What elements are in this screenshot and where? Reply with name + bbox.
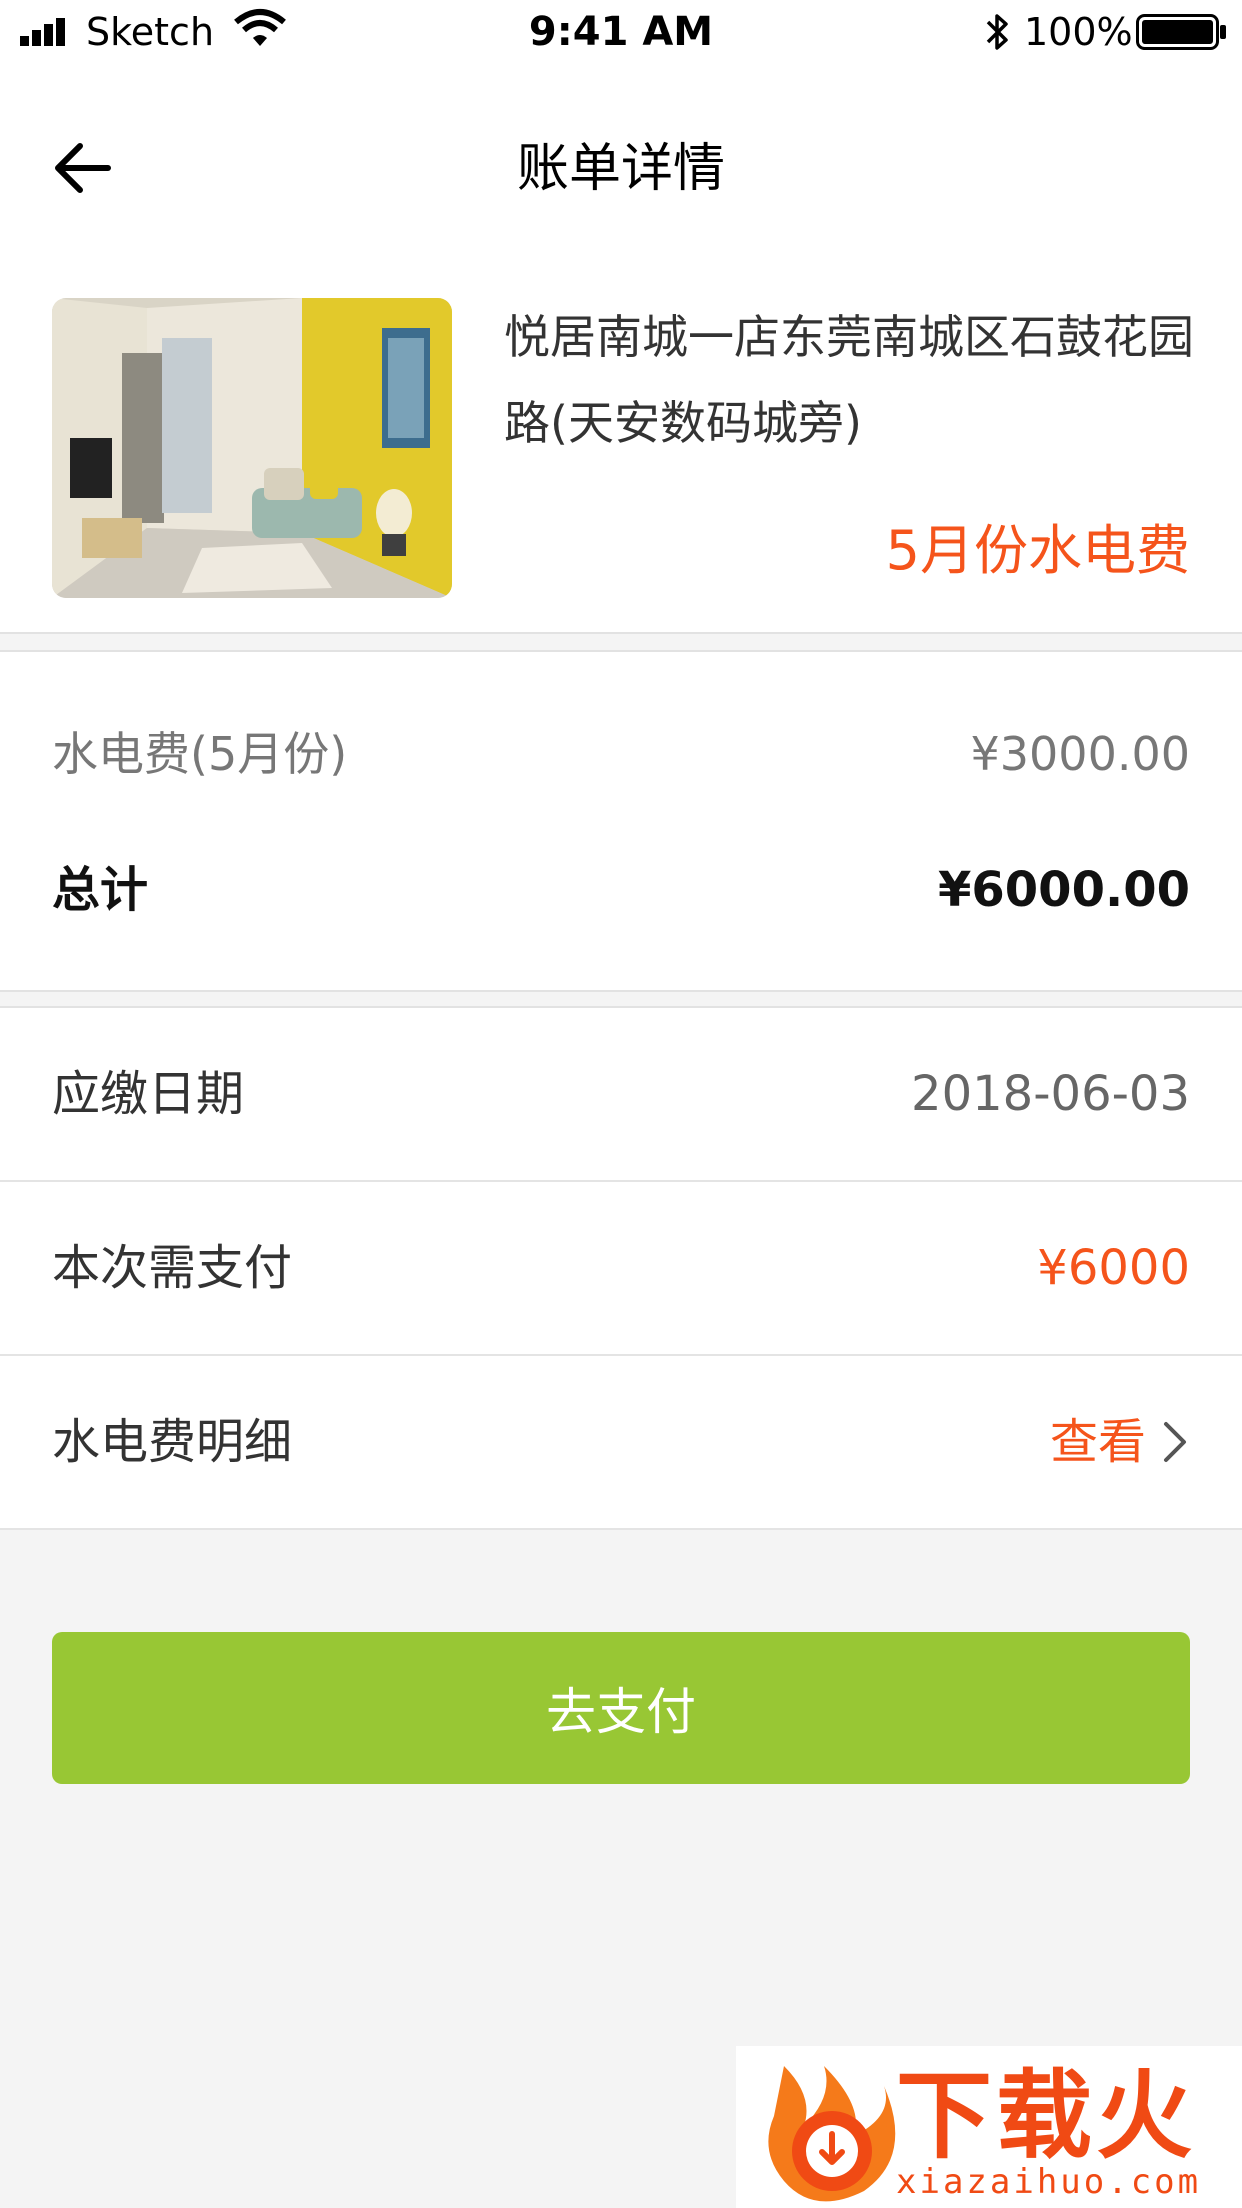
bill-info-list: 应缴日期 2018-06-03 本次需支付 ¥6000 水电费明细 查看 [0, 1006, 1242, 1530]
pay-button[interactable]: 去支付 [52, 1632, 1190, 1784]
status-bar: Sketch 9:41 AM 100% [0, 0, 1242, 70]
property-address: 悦居南城一店东莞南城区石鼓花园路(天安数码城旁) [504, 310, 1194, 450]
chevron-right-icon [1164, 1422, 1186, 1462]
view-detail-link[interactable]: 查看 [1050, 1412, 1190, 1472]
amount-section: 水电费(5月份) ¥3000.00 总计 ¥6000.00 [0, 650, 1242, 992]
property-photo [52, 298, 452, 598]
property-card[interactable]: 悦居南城一店东莞南城区石鼓花园路(天安数码城旁) 5月份水电费 [0, 254, 1242, 634]
view-detail-text: 查看 [1049, 1414, 1146, 1470]
bluetooth-icon [986, 14, 1008, 50]
fee-label: 水电费(5月份) [52, 727, 348, 781]
battery-percent: 100% [1024, 10, 1133, 54]
flame-logo-icon [768, 2066, 896, 2202]
battery-icon [1136, 14, 1226, 50]
bill-name: 5月份水电费 [885, 519, 1190, 582]
due-date-row: 应缴日期 2018-06-03 [0, 1008, 1242, 1182]
fee-value: ¥3000.00 [970, 727, 1191, 781]
payment-due-row: 本次需支付 ¥6000 [0, 1182, 1242, 1356]
due-date-label: 应缴日期 [52, 1066, 245, 1122]
watermark-domain: xiazaihuo.com [896, 2162, 1202, 2202]
page-title: 账单详情 [516, 139, 725, 199]
total-label: 总计 [52, 862, 149, 918]
due-date-value: 2018-06-03 [911, 1066, 1190, 1122]
watermark: 下载火 xiazaihuo.com [736, 2046, 1242, 2208]
watermark-brand: 下载火 [896, 2060, 1196, 2172]
payment-due-value: ¥6000 [1037, 1240, 1190, 1296]
nav-bar: 账单详情 [0, 70, 1242, 256]
utility-detail-label: 水电费明细 [52, 1414, 293, 1470]
utility-detail-row[interactable]: 水电费明细 查看 [0, 1356, 1242, 1530]
total-value: ¥6000.00 [937, 862, 1190, 918]
payment-due-label: 本次需支付 [52, 1240, 293, 1296]
